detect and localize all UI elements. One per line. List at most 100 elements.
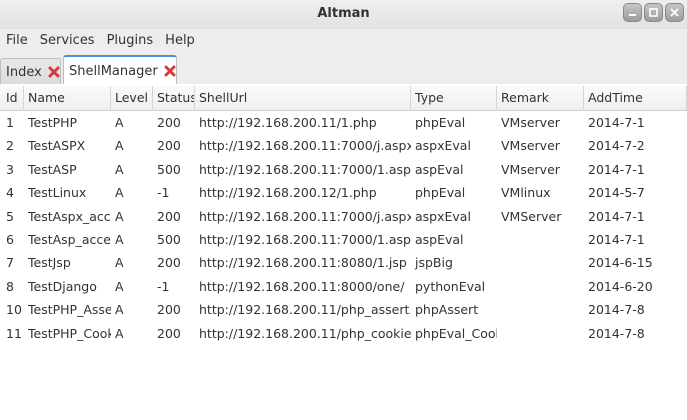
cell-level: A: [115, 278, 124, 294]
cell-shellurl: http://192.168.200.11:7000/j.aspx: [199, 138, 411, 154]
cell-status: 200: [157, 115, 181, 130]
cell-status: 200: [157, 325, 181, 341]
cell-id: 3: [6, 161, 14, 177]
menu-help[interactable]: Help: [159, 33, 201, 48]
close-x-icon[interactable]: [164, 64, 176, 78]
cell-level: A: [115, 115, 124, 130]
cell-status: -1: [157, 278, 170, 294]
cell-addtime: 2014-7-1: [588, 232, 645, 247]
cell-id: 6: [6, 232, 14, 247]
minimize-icon: [629, 14, 636, 16]
cell-addtime: 2014-5-7: [588, 185, 645, 201]
cell-type: pythonEval: [415, 278, 486, 294]
cell-shellurl: http://192.168.200.12/1.php: [199, 185, 377, 201]
cell-level: A: [115, 185, 124, 201]
cell-status: 500: [157, 161, 181, 177]
cell-level: A: [115, 302, 124, 318]
cell-name: TestASPX: [28, 138, 86, 154]
cell-remark: VMlinux: [501, 185, 551, 201]
title-bar: Altman: [0, 0, 687, 29]
cell-type: aspEval: [415, 232, 464, 247]
menu-file[interactable]: File: [0, 33, 34, 48]
shell-table: Id Name Level Status ShellUrl Type Remar…: [0, 84, 687, 420]
tab-index[interactable]: Index: [0, 58, 61, 85]
col-status[interactable]: Status: [153, 86, 195, 110]
cell-type: jspBig: [415, 255, 453, 271]
cell-level: A: [115, 208, 124, 224]
table-row[interactable]: 8 TestDjango A -1 http://192.168.200.11:8000…: [0, 275, 687, 298]
close-icon: [670, 8, 679, 17]
cell-status: 200: [157, 255, 181, 271]
table-row[interactable]: 7 TestJsp A 200 http://192.168.200.11:8080/1…: [0, 251, 687, 274]
cell-level: A: [115, 232, 124, 247]
cell-remark: VMserver: [501, 115, 560, 130]
tab-bar: Index ShellManager: [0, 51, 687, 85]
col-addtime[interactable]: AddTime: [584, 86, 687, 110]
maximize-button[interactable]: [644, 3, 663, 22]
cell-name: TestPHP_Assert: [28, 302, 111, 318]
window-controls: [623, 3, 684, 22]
cell-remark: VMServer: [501, 208, 562, 224]
cell-id: 10: [6, 302, 22, 318]
cell-name: TestJsp: [28, 255, 71, 271]
menu-bar: File Services Plugins Help: [0, 29, 687, 51]
col-type[interactable]: Type: [411, 86, 497, 110]
cell-name: TestPHP_Cookie: [28, 325, 111, 341]
col-level[interactable]: Level: [111, 86, 153, 110]
table-row[interactable]: 6 TestAsp_access A 500 http://192.168.200.11…: [0, 228, 687, 251]
cell-id: 7: [6, 255, 14, 271]
cell-id: 4: [6, 185, 14, 201]
cell-shellurl: http://192.168.200.11/php_assert.php: [199, 302, 411, 318]
tab-shellmanager-label: ShellManager: [69, 63, 158, 79]
cell-id: 8: [6, 278, 14, 294]
table-row[interactable]: 10 TestPHP_AssertA 200 http://192.168.200.1…: [0, 298, 687, 321]
table-row[interactable]: 2 TestASPX A 200 http://192.168.200.11:7000/…: [0, 134, 687, 157]
col-id[interactable]: Id: [2, 86, 24, 110]
cell-type: phpAssert: [415, 302, 479, 318]
cell-remark: [497, 322, 584, 345]
table-header: Id Name Level Status ShellUrl Type Remar…: [0, 86, 687, 111]
cell-type: phpEval_Cookie: [415, 325, 497, 341]
cell-type: aspxEval: [415, 208, 471, 224]
tab-shellmanager[interactable]: ShellManager: [63, 55, 177, 85]
cell-remark: VMserver: [501, 161, 560, 177]
cell-level: A: [115, 161, 124, 177]
cell-remark: [497, 275, 584, 298]
cell-name: TestAsp_access: [28, 232, 111, 247]
cell-shellurl: http://192.168.200.11:8080/1.jsp: [199, 255, 407, 271]
cell-id: 11: [6, 325, 22, 341]
table-row[interactable]: 11 TestPHP_CookieA 200 http://192.168.200.1…: [0, 322, 687, 345]
cell-status: -1: [157, 185, 170, 201]
menu-services[interactable]: Services: [34, 33, 101, 48]
table-row[interactable]: 1 TestPHP A 200 http://192.168.200.11/1.php p…: [0, 111, 687, 134]
cell-addtime: 2014-7-2: [588, 138, 645, 154]
col-shellurl[interactable]: ShellUrl: [195, 86, 411, 110]
menu-plugins[interactable]: Plugins: [101, 33, 160, 48]
tab-index-label: Index: [6, 64, 42, 80]
cell-addtime: 2014-7-8: [588, 325, 645, 341]
window-title: Altman: [317, 6, 370, 21]
minimize-button[interactable]: [623, 3, 642, 22]
cell-addtime: 2014-6-20: [588, 278, 653, 294]
cell-name: TestPHP: [28, 115, 78, 130]
table-row[interactable]: 3 TestASP A 500 http://192.168.200.11:7000/1…: [0, 158, 687, 181]
cell-type: phpEval: [415, 185, 466, 201]
col-remark[interactable]: Remark: [497, 86, 584, 110]
cell-remark: [497, 251, 584, 274]
cell-shellurl: http://192.168.200.11/1.php: [199, 115, 377, 130]
cell-type: aspEval: [415, 161, 464, 177]
cell-name: TestDjango: [28, 278, 97, 294]
table-row[interactable]: 4 TestLinux A -1 http://192.168.200.12/1.php…: [0, 181, 687, 204]
cell-id: 1: [6, 115, 14, 130]
maximize-icon: [649, 8, 658, 17]
cell-name: TestAspx_access: [28, 208, 111, 224]
table-row[interactable]: 5 TestAspx_accessA 200 http://192.168.200.1…: [0, 205, 687, 228]
col-name[interactable]: Name: [24, 86, 111, 110]
cell-type: phpEval: [415, 115, 466, 130]
close-button[interactable]: [665, 3, 684, 22]
close-x-icon[interactable]: [48, 65, 60, 79]
cell-addtime: 2014-7-8: [588, 302, 645, 318]
cell-shellurl: http://192.168.200.11:7000/1.asp: [199, 161, 411, 177]
cell-level: A: [115, 255, 124, 271]
cell-addtime: 2014-7-1: [588, 161, 645, 177]
